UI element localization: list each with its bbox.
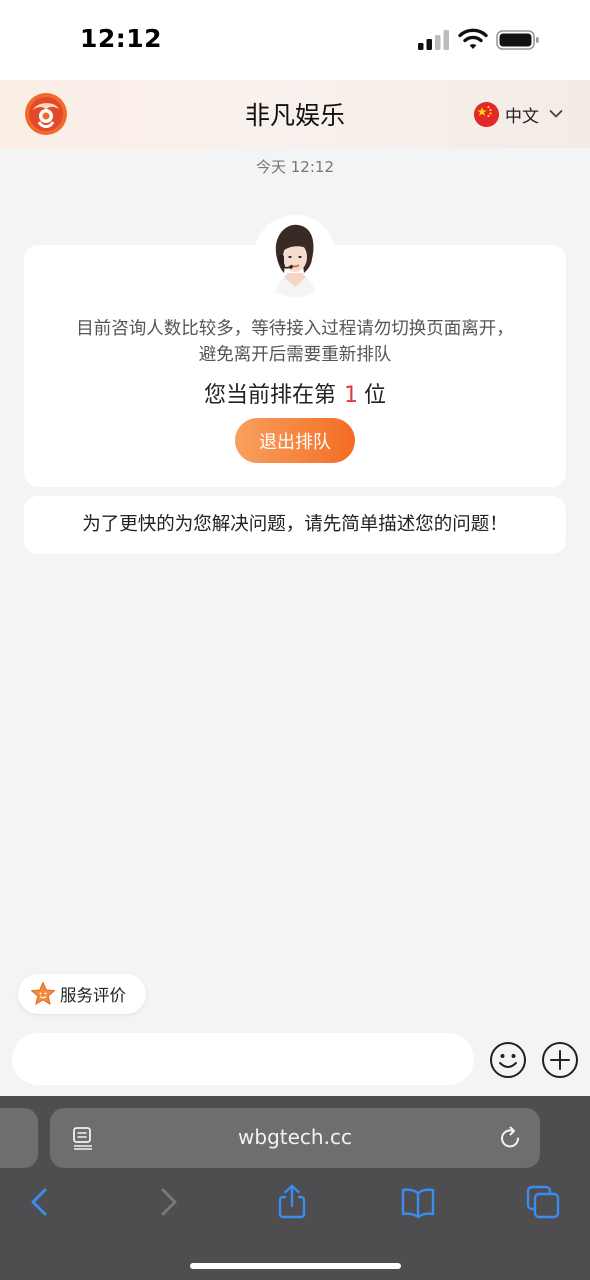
- home-indicator: [190, 1263, 401, 1269]
- queue-position-suffix: 位: [364, 383, 387, 408]
- queue-position: 您当前排在第 1 位: [24, 377, 566, 409]
- signal-icon: [418, 30, 449, 50]
- queue-position-number: 1: [344, 383, 358, 408]
- service-rating-button[interactable]: 服务评价: [18, 974, 146, 1014]
- previous-tab[interactable]: [0, 1108, 38, 1168]
- tabs-icon[interactable]: [525, 1184, 561, 1220]
- queue-message-line-1: 目前咨询人数比较多，等待接入过程请勿切换页面离开，: [76, 319, 514, 339]
- address-bar[interactable]: wbgtech.cc: [50, 1108, 540, 1168]
- url-text: wbgtech.cc: [238, 1125, 352, 1149]
- status-time: 12:12: [80, 24, 163, 53]
- china-flag-icon: [474, 101, 499, 127]
- language-label: 中文: [505, 106, 539, 127]
- back-icon[interactable]: [22, 1184, 58, 1220]
- chevron-down-icon: [549, 110, 563, 118]
- hint-message: 为了更快的为您解决问题，请先简单描述您的问题！: [24, 496, 566, 554]
- message-timestamp: 今天 12:12: [256, 158, 334, 176]
- wifi-icon: [458, 28, 488, 49]
- plus-icon[interactable]: [541, 1041, 579, 1079]
- queue-message: 目前咨询人数比较多，等待接入过程请勿切换页面离开， 避免离开后需要重新排队: [24, 316, 566, 368]
- exit-queue-button[interactable]: 退出排队: [235, 418, 355, 463]
- share-icon[interactable]: [274, 1184, 310, 1220]
- forward-icon[interactable]: [150, 1184, 186, 1220]
- agent-avatar: [254, 215, 336, 297]
- message-input[interactable]: [12, 1033, 474, 1085]
- service-rating-label: 服务评价: [60, 986, 126, 1005]
- queue-position-prefix: 您当前排在第: [203, 383, 336, 408]
- language-selector[interactable]: 中文: [474, 101, 563, 127]
- star-icon: [31, 982, 55, 1005]
- status-bar: 12:12: [0, 0, 590, 80]
- bookmarks-icon[interactable]: [400, 1184, 436, 1220]
- queue-message-line-2: 避免离开后需要重新排队: [198, 345, 392, 365]
- battery-icon: [496, 30, 539, 50]
- reload-icon[interactable]: [498, 1126, 522, 1150]
- emoji-icon[interactable]: [489, 1041, 527, 1079]
- chat-header: 非凡娱乐 中文: [0, 80, 590, 148]
